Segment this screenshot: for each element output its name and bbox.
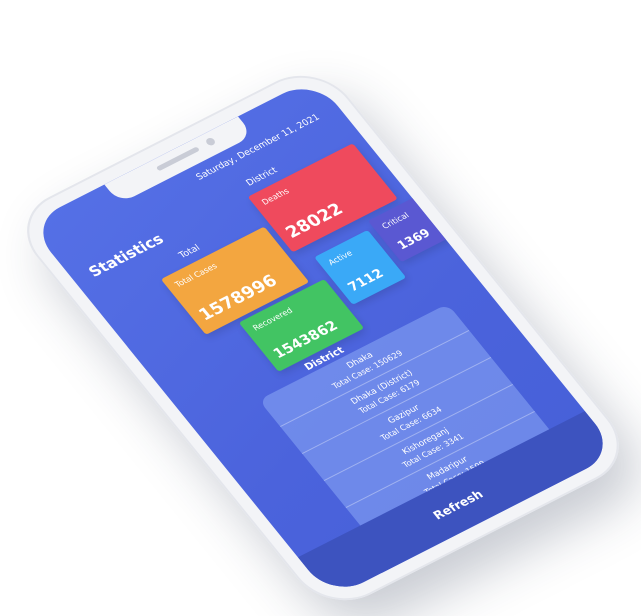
critical-label: Critical: [380, 210, 411, 231]
deaths-label: Deaths: [259, 186, 292, 207]
active-label: Active: [326, 248, 355, 268]
camera-icon: [204, 136, 217, 147]
critical-value: 1369: [394, 225, 434, 253]
deaths-value: 28022: [281, 199, 348, 243]
total-section-label: Total: [177, 243, 203, 261]
active-value: 7112: [345, 266, 388, 295]
app-screen: Saturday, December 11, 2021 Statistics T…: [27, 77, 619, 599]
scene: Saturday, December 11, 2021 Statistics T…: [0, 0, 641, 616]
page-title: Statistics: [84, 230, 168, 281]
speaker-icon: [155, 146, 201, 172]
phone-device: Saturday, December 11, 2021 Statistics T…: [6, 59, 640, 616]
recovered-label: Recovered: [251, 306, 295, 333]
total-cases-label: Total Cases: [173, 261, 219, 290]
